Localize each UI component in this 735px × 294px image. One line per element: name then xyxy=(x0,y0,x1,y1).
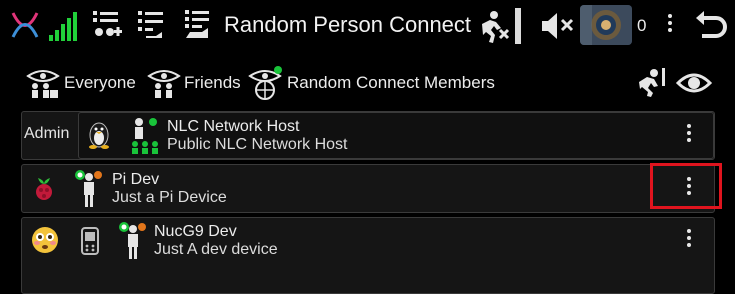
avatar[interactable] xyxy=(580,5,632,45)
list-item[interactable]: NucG9 Dev Just A dev device xyxy=(21,217,715,294)
linux-icon xyxy=(87,121,111,149)
filter-random-connect-members[interactable]: Random Connect Members xyxy=(287,73,495,93)
signal-strength-icon xyxy=(48,10,80,42)
list-item[interactable]: Pi Dev Just a Pi Device xyxy=(21,164,715,213)
filter-friends[interactable]: Friends xyxy=(184,73,241,93)
device-user-icon xyxy=(116,221,148,261)
overflow-menu-icon[interactable] xyxy=(664,14,676,35)
device-user-icon xyxy=(72,169,104,209)
network-host-icon xyxy=(127,116,161,156)
row-menu-icon[interactable] xyxy=(683,124,695,145)
no-run-icon[interactable] xyxy=(478,8,522,44)
list-item[interactable]: Admin NLC Network Host Public NLC Networ… xyxy=(21,111,715,160)
network-add-icon[interactable] xyxy=(90,8,124,42)
host-card[interactable]: NLC Network Host Public NLC Network Host xyxy=(78,112,714,159)
row-menu-icon[interactable] xyxy=(683,229,695,250)
friends-filter-icon[interactable] xyxy=(147,66,181,100)
raspberry-pi-icon xyxy=(32,175,56,203)
flushed-face-icon xyxy=(30,225,60,255)
mute-icon[interactable] xyxy=(540,11,576,41)
row-subtitle: Just a Pi Device xyxy=(112,189,227,206)
row-subtitle: Public NLC Network Host xyxy=(167,136,348,153)
run-icon[interactable] xyxy=(636,68,666,98)
hand-list-icon[interactable] xyxy=(180,8,214,42)
list-icon[interactable] xyxy=(134,8,168,42)
random-connect-filter-icon[interactable] xyxy=(248,66,284,100)
row-name: NLC Network Host xyxy=(167,118,300,135)
row-admin-label: Admin xyxy=(24,125,70,142)
row-name: NucG9 Dev xyxy=(154,223,237,240)
row-subtitle: Just A dev device xyxy=(154,241,278,258)
page-title: Random Person Connect xyxy=(224,12,472,37)
notification-count: 0 xyxy=(637,16,647,35)
app-logo-icon xyxy=(8,8,42,42)
everyone-filter-icon[interactable] xyxy=(26,66,60,100)
visibility-icon[interactable] xyxy=(676,70,712,96)
row-name: Pi Dev xyxy=(112,171,160,188)
filter-everyone[interactable]: Everyone xyxy=(64,73,136,93)
phone-icon xyxy=(80,227,100,255)
highlight-box xyxy=(650,163,722,209)
back-icon[interactable] xyxy=(694,10,728,42)
